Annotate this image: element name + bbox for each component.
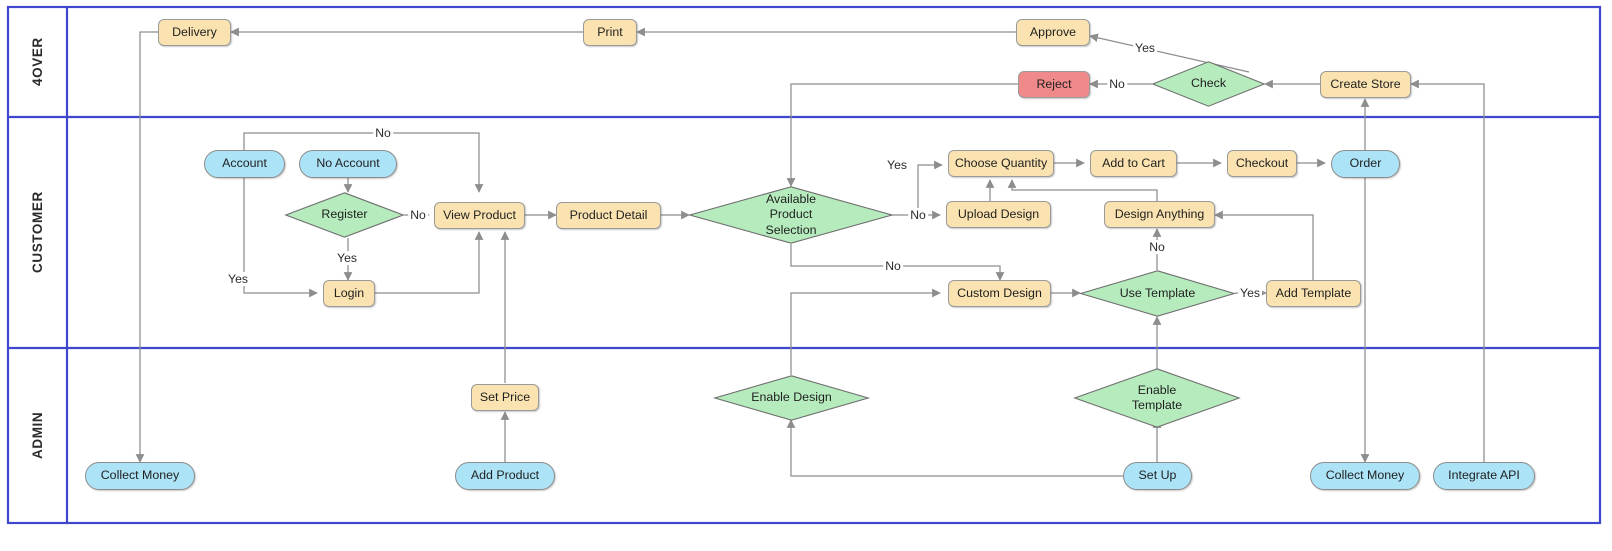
node-approve[interactable]: Approve [1016, 19, 1090, 46]
node-label: Set Price [479, 389, 531, 404]
edge-label: No [1147, 240, 1167, 254]
node-label: Set Up [1138, 468, 1177, 483]
node-label: Design Anything [1114, 206, 1205, 221]
node-choose-quantity[interactable]: Choose Quantity [948, 150, 1054, 177]
node-label: Login [333, 285, 365, 300]
edge-label: No [883, 259, 903, 273]
node-label: Register [321, 207, 368, 222]
lane-label-4over: 4OVER [10, 9, 65, 115]
node-enable-template[interactable]: Enable Template [1073, 368, 1241, 428]
node-integrate-api[interactable]: Integrate API [1433, 462, 1535, 490]
edge-label: No [373, 126, 393, 140]
edge-label: Yes [1133, 41, 1157, 55]
node-label: Add Product [470, 468, 540, 483]
node-label: Check [1190, 76, 1227, 91]
node-create-store[interactable]: Create Store [1320, 71, 1411, 98]
node-label: Collect Money [100, 468, 180, 483]
node-label: Custom Design [957, 285, 1042, 300]
node-label: Order [1349, 156, 1382, 171]
edge-label: Yes [1238, 286, 1262, 300]
node-account[interactable]: Account [204, 150, 285, 178]
node-add-product[interactable]: Add Product [455, 462, 555, 490]
node-label: Upload Design [957, 206, 1040, 221]
node-set-price[interactable]: Set Price [471, 384, 539, 411]
node-login[interactable]: Login [323, 280, 375, 307]
lane-label-text: 4OVER [30, 37, 45, 87]
node-checkout[interactable]: Checkout [1227, 150, 1297, 177]
node-register[interactable]: Register [284, 192, 405, 238]
node-available-product-selection[interactable]: Available Product Selection [687, 186, 895, 244]
node-label: Print [597, 24, 623, 39]
node-use-template[interactable]: Use Template [1078, 270, 1237, 317]
edge-label: Yes [335, 251, 359, 265]
swimlane-diagram-canvas: 4OVER CUSTOMER ADMIN Delivery Print Appr… [0, 0, 1612, 551]
node-delivery[interactable]: Delivery [158, 19, 231, 46]
node-label: Approve [1029, 24, 1077, 39]
node-label: Product Detail [569, 207, 648, 222]
edge-enabledesign-customdesign [790, 288, 941, 375]
node-add-template[interactable]: Add Template [1266, 280, 1361, 307]
node-label: Integrate API [1448, 468, 1520, 483]
edge-login-viewproduct [375, 231, 484, 294]
node-label: Delivery [172, 24, 217, 39]
edge-label: Yes [885, 158, 909, 172]
node-collect-money-left[interactable]: Collect Money [85, 462, 195, 490]
node-label: Checkout [1235, 155, 1289, 170]
node-collect-money-right[interactable]: Collect Money [1310, 462, 1420, 490]
node-enable-design[interactable]: Enable Design [712, 375, 871, 421]
node-label: Collect Money [1325, 468, 1405, 483]
node-check[interactable]: Check [1151, 61, 1266, 107]
lane-label-text: ADMIN [30, 411, 45, 460]
node-custom-design[interactable]: Custom Design [948, 280, 1051, 307]
node-product-detail[interactable]: Product Detail [556, 202, 661, 229]
edge-label: Yes [226, 272, 250, 286]
edge-designanything-choosequantity [1007, 179, 1158, 201]
node-label: Use Template [1119, 285, 1196, 300]
node-label: No Account [316, 156, 380, 171]
node-no-account[interactable]: No Account [299, 150, 397, 178]
node-label: Enable Design [751, 390, 832, 405]
node-label: Enable Template [1131, 382, 1183, 412]
node-label: Account [222, 156, 267, 171]
node-label: Add Template [1275, 285, 1352, 300]
edge-delivery-collectmoney [135, 31, 158, 463]
edge-setup-enabledesign [786, 419, 1123, 477]
node-label: Create Store [1330, 76, 1401, 91]
node-label: View Product [443, 207, 516, 222]
lane-label-customer: CUSTOMER [10, 119, 65, 346]
lane-label-admin: ADMIN [10, 350, 65, 521]
node-label: Choose Quantity [954, 155, 1048, 170]
edge-label: No [908, 208, 928, 222]
node-print[interactable]: Print [583, 19, 637, 46]
node-reject[interactable]: Reject [1018, 71, 1090, 98]
node-label: Available Product Selection [765, 192, 817, 237]
lane-label-text: CUSTOMER [30, 191, 45, 274]
edge-integrateapi-createstore [1410, 79, 1485, 462]
edge-label: No [408, 208, 428, 222]
node-label: Reject [1036, 76, 1072, 91]
node-label: Add to Cart [1102, 155, 1165, 170]
node-view-product[interactable]: View Product [434, 202, 525, 229]
edge-label: No [1107, 77, 1127, 91]
node-order[interactable]: Order [1331, 150, 1400, 178]
node-add-to-cart[interactable]: Add to Cart [1090, 150, 1177, 177]
node-design-anything[interactable]: Design Anything [1104, 201, 1215, 228]
node-upload-design[interactable]: Upload Design [946, 201, 1051, 228]
node-set-up[interactable]: Set Up [1123, 462, 1192, 490]
